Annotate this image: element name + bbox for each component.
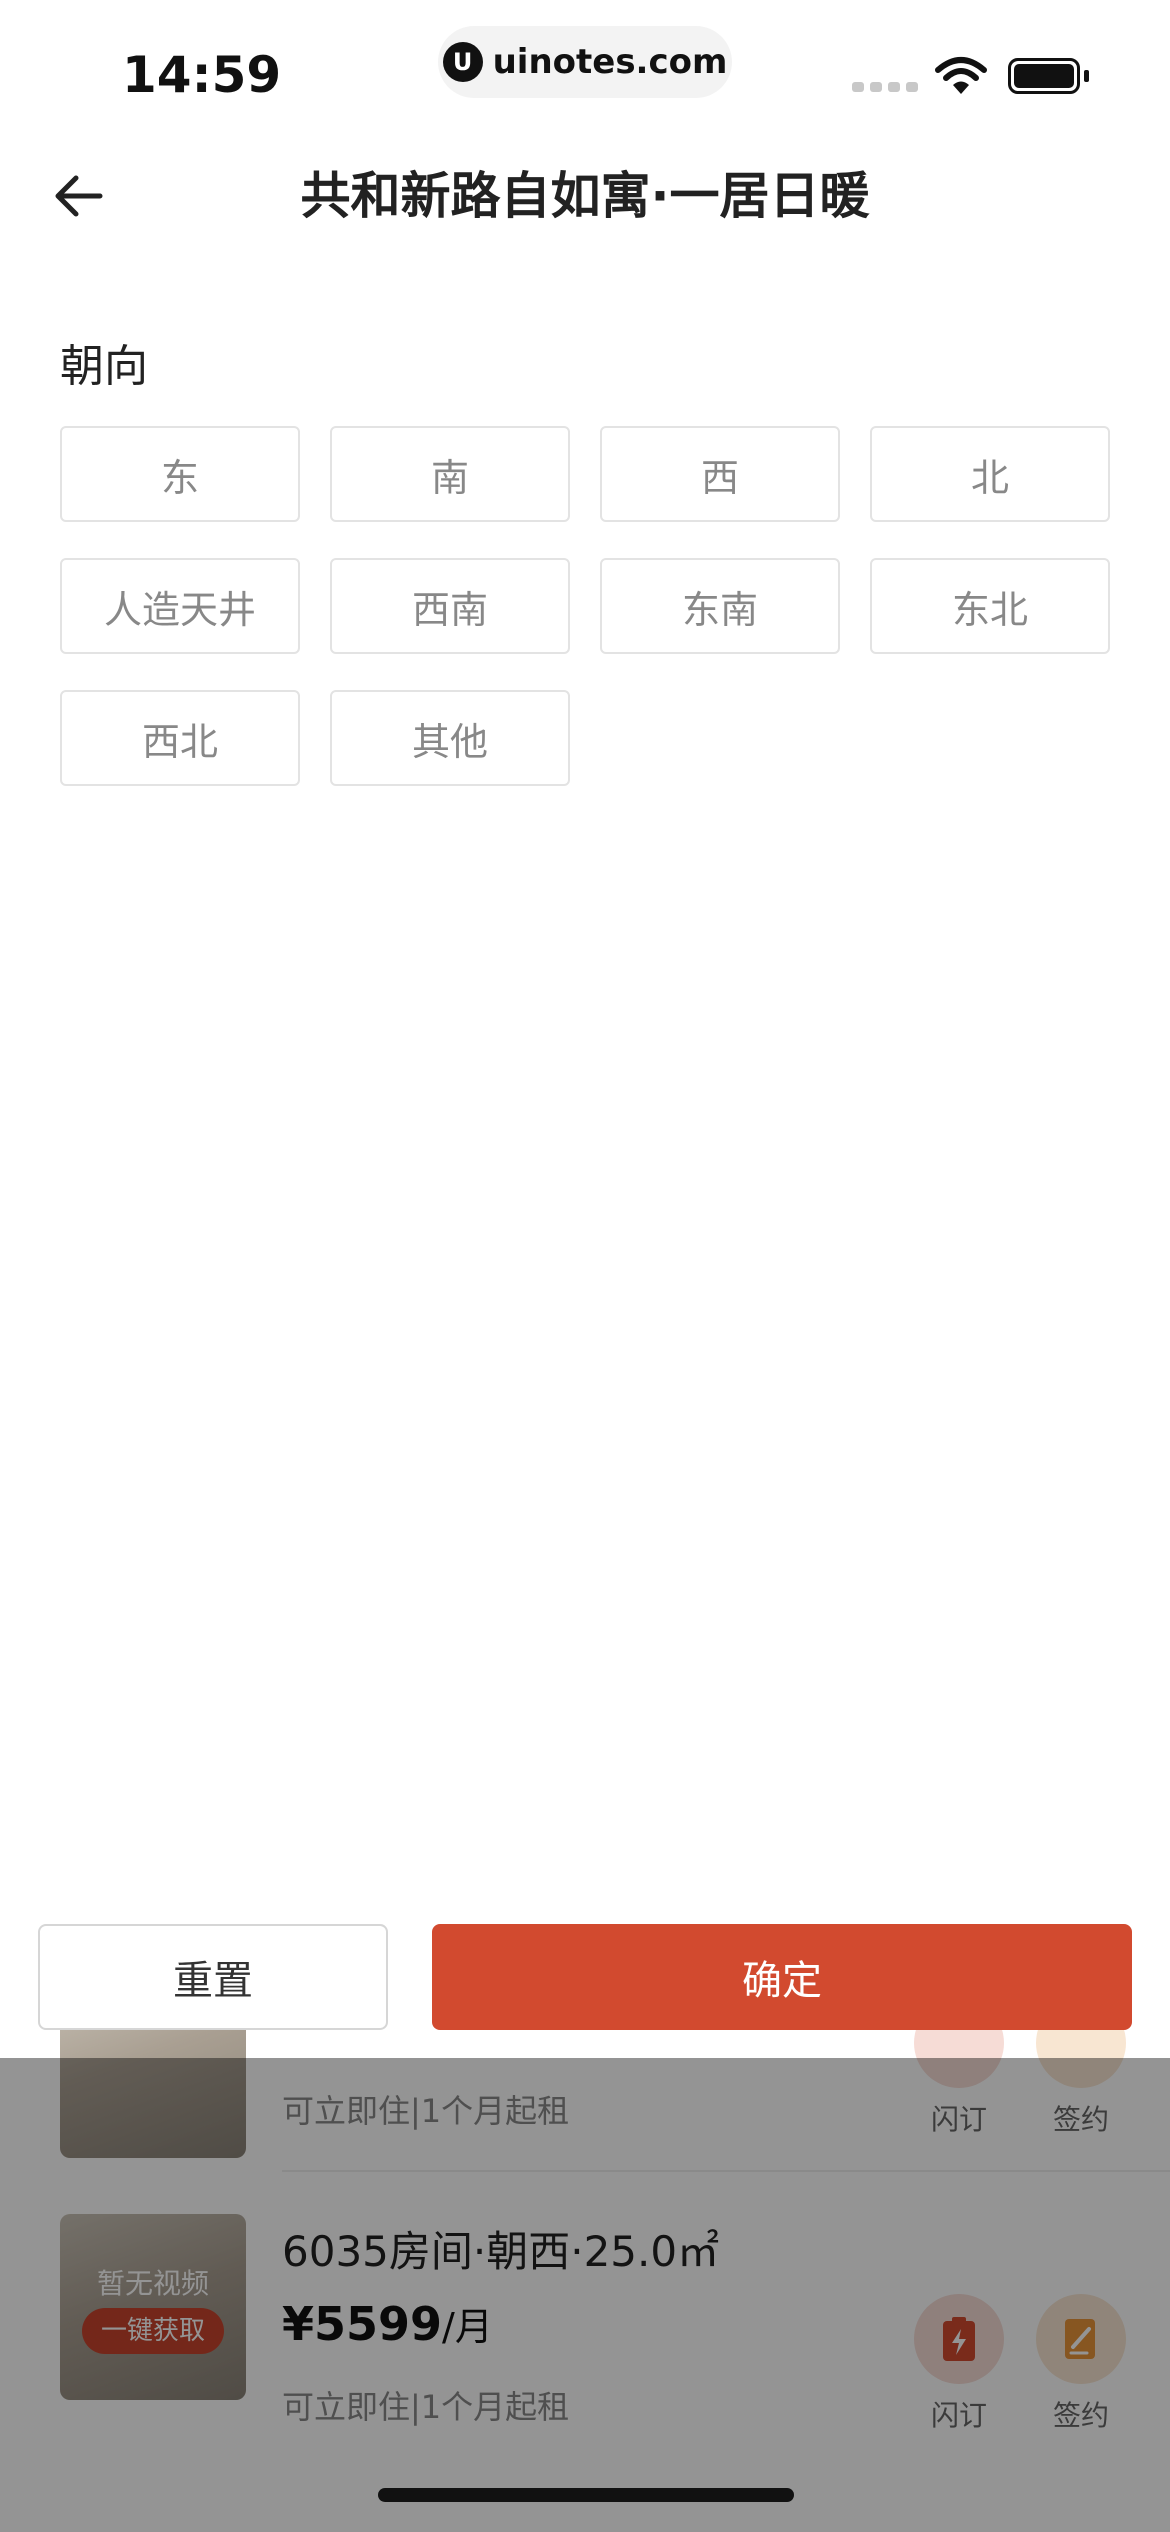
option-east[interactable]: 东 [60,426,300,522]
home-indicator [378,2488,794,2502]
back-button[interactable] [46,164,110,228]
orientation-label: 朝向 [60,341,148,392]
option-other[interactable]: 其他 [330,690,570,786]
overlay-dim[interactable] [0,2058,1170,2532]
option-atrium[interactable]: 人造天井 [60,558,300,654]
battery-tip [1084,70,1089,82]
cellular-signal-icon [852,82,918,92]
status-time: 14:59 [122,46,282,104]
option-west[interactable]: 西 [600,426,840,522]
arrow-left-icon [55,175,103,217]
option-southwest[interactable]: 西南 [330,558,570,654]
url-badge: U uinotes.com [438,26,732,98]
page-title: 共和新路自如寓·一居日暖 [300,167,870,225]
wifi-icon [935,57,987,94]
orientation-options: 东 南 西 北 人造天井 西南 东南 东北 西北 其他 [60,426,1112,786]
option-southeast[interactable]: 东南 [600,558,840,654]
option-northwest[interactable]: 西北 [60,690,300,786]
option-northeast[interactable]: 东北 [870,558,1110,654]
battery-icon [1008,58,1080,94]
option-north[interactable]: 北 [870,426,1110,522]
url-text: uinotes.com [492,42,728,82]
confirm-button[interactable]: 确定 [432,1924,1132,2030]
option-south[interactable]: 南 [330,426,570,522]
site-logo-icon: U [442,42,483,82]
reset-button[interactable]: 重置 [38,1924,388,2030]
